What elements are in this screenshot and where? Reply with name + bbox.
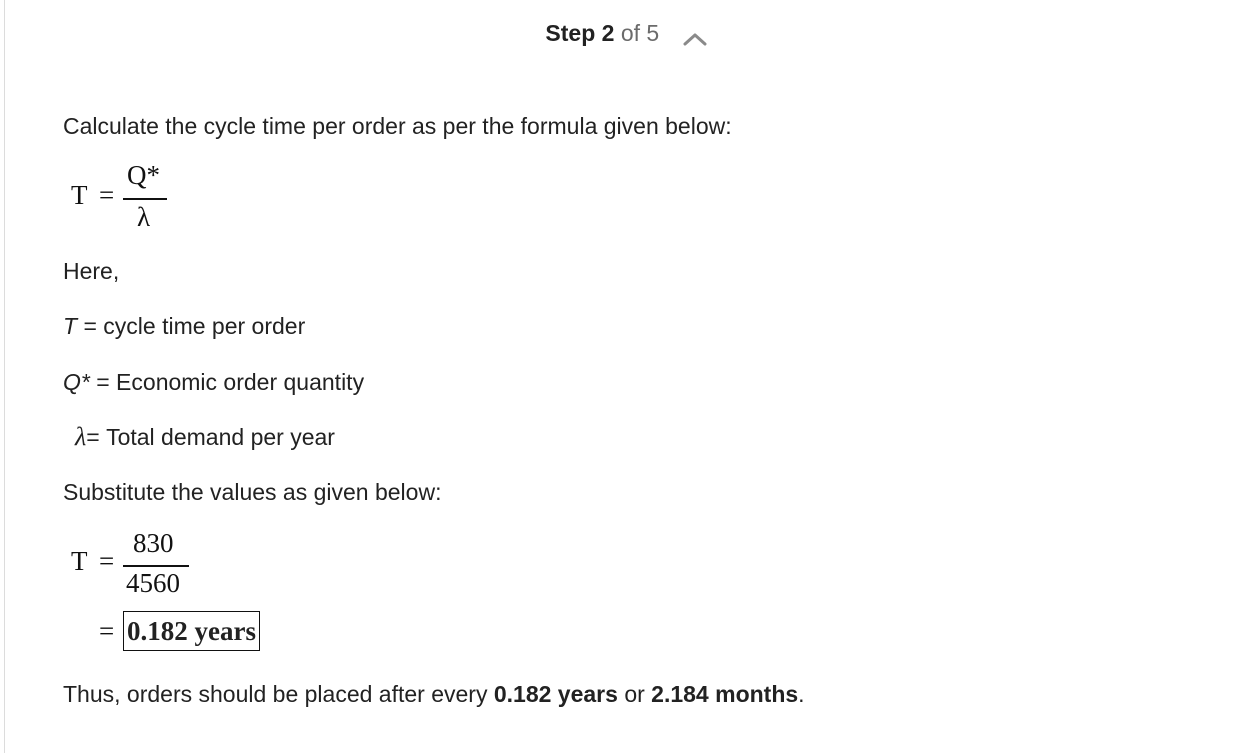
here-text: Here,: [63, 258, 120, 284]
conclusion-text: Thus, orders should be placed after ever…: [63, 679, 805, 709]
chevron-up-icon[interactable]: [682, 24, 708, 46]
symbol-lambda: λ: [75, 422, 87, 451]
conclusion-value-months: 2.184 months: [651, 681, 799, 707]
formula-equals: =: [99, 180, 115, 210]
definition-q-text: = Economic order quantity: [89, 369, 365, 395]
formula-lhs: T: [71, 180, 88, 210]
formula2-equals: =: [99, 546, 115, 576]
symbol-q: Q*: [63, 369, 90, 395]
solution-step-card: Step 2 of 5 Calculate the cycle time per…: [4, 0, 1247, 753]
definition-t-text: = cycle time per order: [77, 313, 306, 339]
formula-denominator: λ: [137, 202, 151, 232]
symbol-t: T: [63, 313, 78, 339]
definition-lambda-text: = Total demand per year: [86, 424, 335, 450]
step-count: of 5: [620, 20, 660, 46]
formula2-lhs: T: [71, 546, 88, 576]
intro-text: Calculate the cycle time per order as pe…: [63, 113, 732, 139]
step-label: Step 2: [545, 20, 615, 46]
definition-lambda: λ= Total demand per year: [63, 422, 335, 452]
formula2-denominator: 4560: [126, 568, 180, 598]
boxed-result: 0.182 years: [123, 611, 260, 651]
formula2-numerator: 830: [133, 528, 174, 558]
conclusion-middle: or: [617, 681, 652, 707]
formula-numerator: Q*: [127, 160, 160, 190]
conclusion-value-years: 0.182 years: [493, 681, 618, 707]
substitute-text: Substitute the values as given below:: [63, 479, 442, 505]
conclusion-suffix: .: [798, 681, 805, 707]
step-header[interactable]: Step 2 of 5: [5, 18, 1247, 48]
formula2-equals-result: =: [99, 616, 115, 646]
conclusion-prefix: Thus, orders should be placed after ever…: [63, 681, 494, 707]
definition-q: Q* = Economic order quantity: [63, 367, 364, 397]
definition-t: T = cycle time per order: [63, 311, 305, 341]
